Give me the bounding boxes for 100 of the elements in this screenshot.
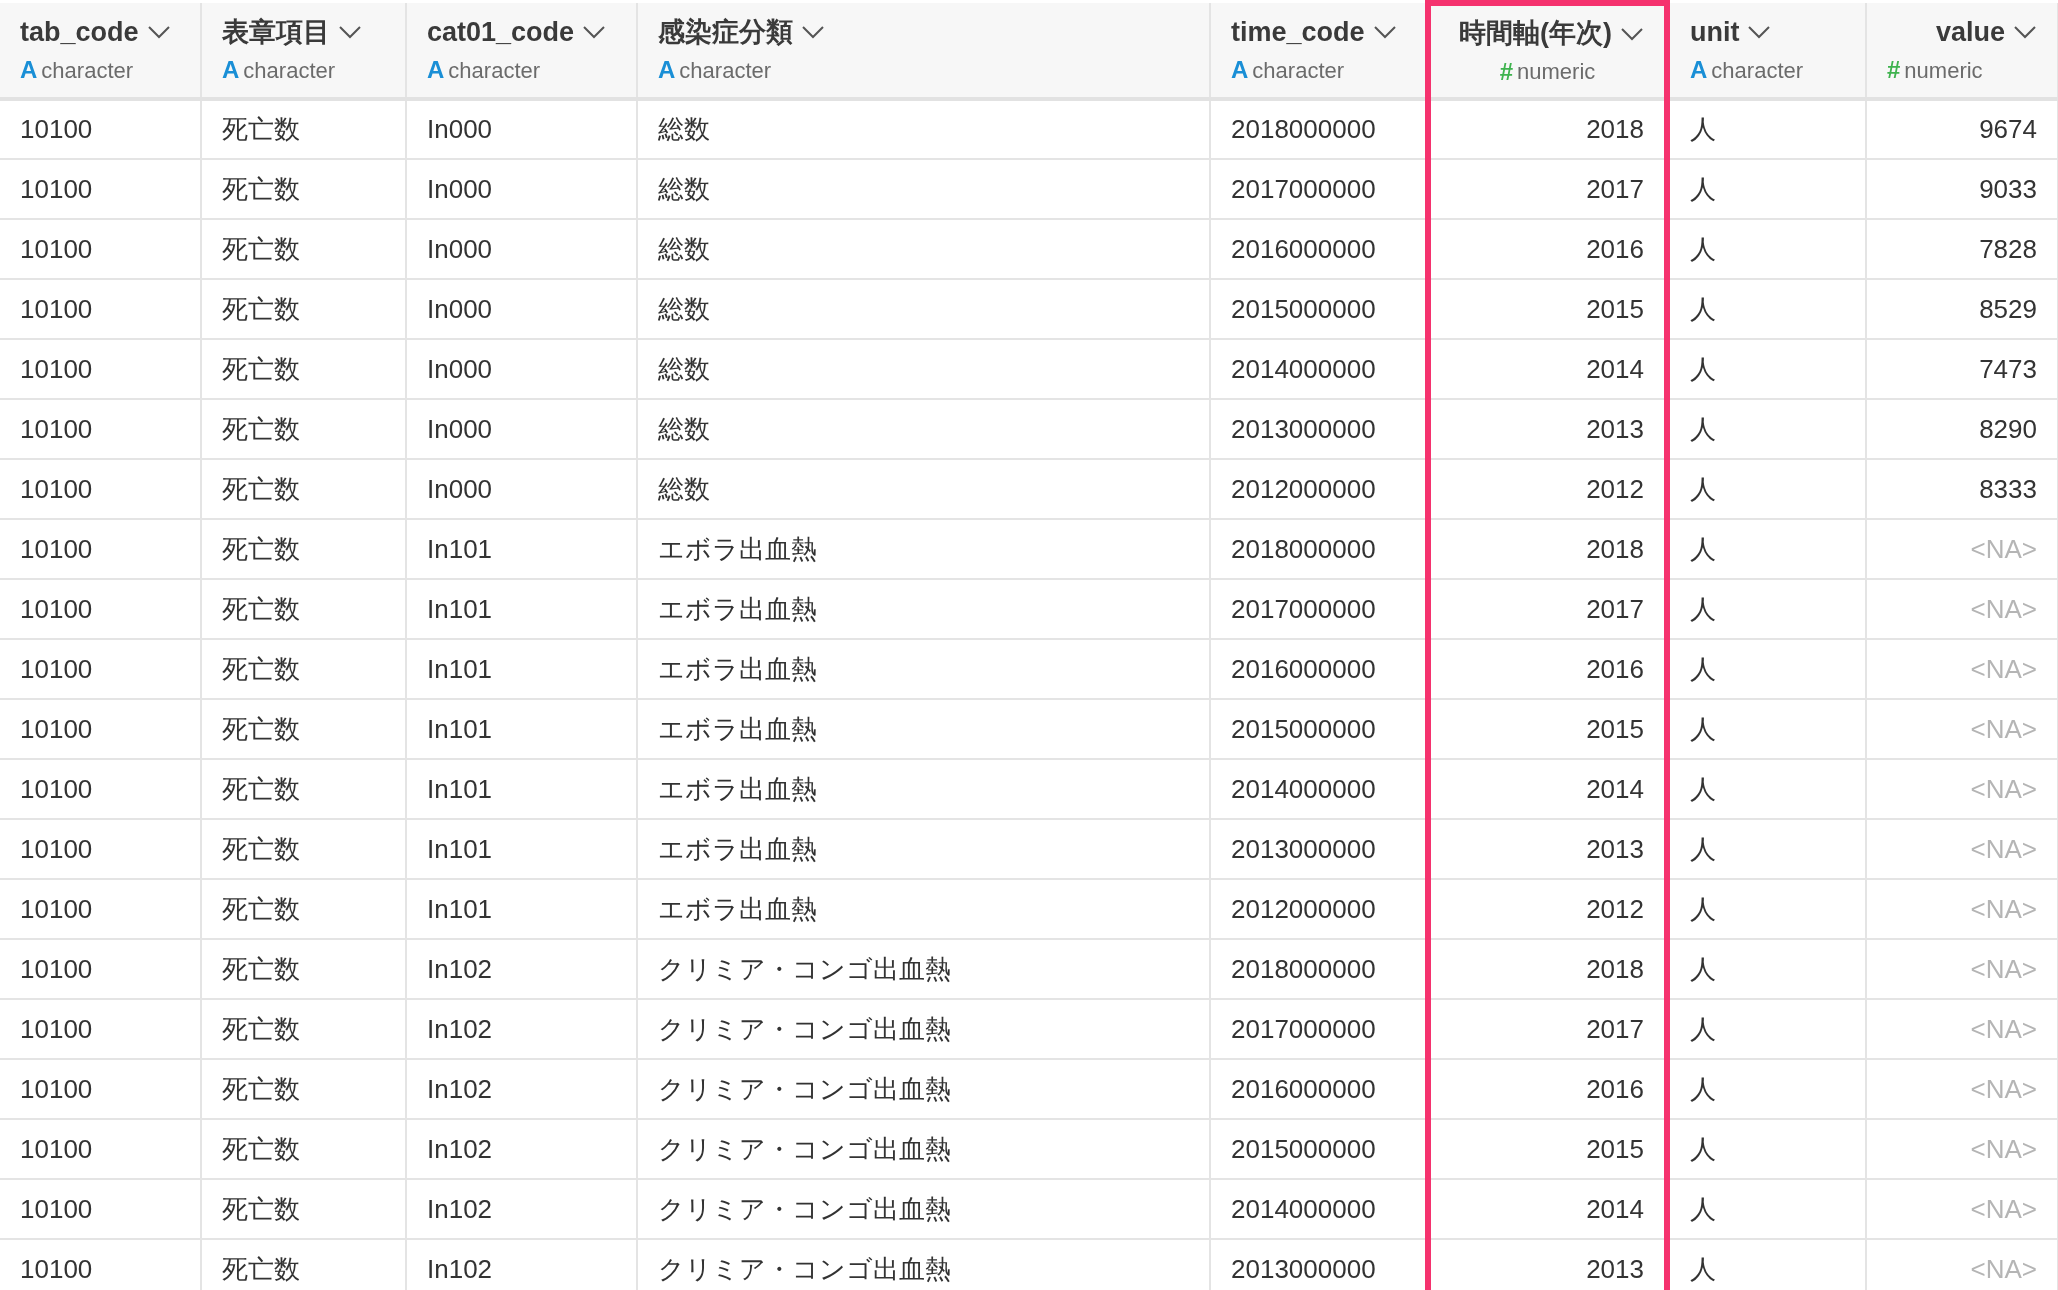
table-cell: 総数 <box>637 99 1210 159</box>
type-glyph: A <box>20 55 38 86</box>
table-cell: 総数 <box>637 219 1210 279</box>
type-glyph: A <box>658 55 676 86</box>
table-cell: 10100 <box>0 1059 201 1119</box>
type-glyph: # <box>1887 55 1901 86</box>
chevron-down-icon[interactable] <box>1747 25 1772 39</box>
table-cell: 人 <box>1667 999 1866 1059</box>
table-cell: 人 <box>1667 159 1866 219</box>
table-cell: <NA> <box>1866 519 2058 579</box>
type-glyph: A <box>427 55 445 86</box>
table-cell: 2012000000 <box>1210 459 1428 519</box>
table-cell: 8333 <box>1866 459 2058 519</box>
column-header[interactable]: time_code A character <box>1210 3 1428 99</box>
column-header[interactable]: cat01_code A character <box>406 3 637 99</box>
table-cell: 死亡数 <box>201 279 406 339</box>
table-cell: 死亡数 <box>201 1179 406 1239</box>
table-cell: 2017 <box>1428 579 1667 639</box>
table-cell: 10100 <box>0 219 201 279</box>
table-cell: 10100 <box>0 1179 201 1239</box>
table-cell: 死亡数 <box>201 459 406 519</box>
table-cell: 死亡数 <box>201 1239 406 1290</box>
table-cell: エボラ出血熱 <box>637 819 1210 879</box>
table-cell: 2015 <box>1428 1119 1667 1179</box>
table-cell: 総数 <box>637 339 1210 399</box>
table-cell: <NA> <box>1866 699 2058 759</box>
chevron-down-icon[interactable] <box>801 25 825 39</box>
table-cell: 死亡数 <box>201 699 406 759</box>
table-cell: <NA> <box>1866 879 2058 939</box>
table-cell: 10100 <box>0 999 201 1059</box>
table-cell: 2014 <box>1428 1179 1667 1239</box>
column-header[interactable]: unit A character <box>1667 3 1866 99</box>
table-cell: In102 <box>406 999 637 1059</box>
table-cell: 2017 <box>1428 999 1667 1059</box>
table-cell: In102 <box>406 1059 637 1119</box>
table-cell: <NA> <box>1866 759 2058 819</box>
chevron-down-icon[interactable] <box>1620 26 1644 41</box>
chevron-down-icon[interactable] <box>582 25 607 39</box>
table-cell: 死亡数 <box>201 879 406 939</box>
table-cell: 2012 <box>1428 879 1667 939</box>
column-name: 表章項目 <box>222 15 330 49</box>
column-header[interactable]: value # numeric <box>1866 3 2058 99</box>
table-cell: 総数 <box>637 399 1210 459</box>
table-cell: エボラ出血熱 <box>637 519 1210 579</box>
table-cell: 死亡数 <box>201 399 406 459</box>
column-header[interactable]: tab_code A character <box>0 3 201 99</box>
table-cell: In000 <box>406 339 637 399</box>
table-cell: 2015000000 <box>1210 699 1428 759</box>
table-cell: 2014 <box>1428 339 1667 399</box>
table-cell: 2015 <box>1428 279 1667 339</box>
table-cell: 2013000000 <box>1210 819 1428 879</box>
table-cell: クリミア・コンゴ出血熱 <box>637 1179 1210 1239</box>
table-cell: 人 <box>1667 1059 1866 1119</box>
table-cell: 死亡数 <box>201 759 406 819</box>
table-cell: 人 <box>1667 519 1866 579</box>
table-cell: 死亡数 <box>201 999 406 1059</box>
table-cell: 8529 <box>1866 279 2058 339</box>
table-cell: 2017000000 <box>1210 159 1428 219</box>
table-cell: In101 <box>406 639 637 699</box>
table-cell: 総数 <box>637 159 1210 219</box>
table-cell: 総数 <box>637 279 1210 339</box>
table-cell: In102 <box>406 939 637 999</box>
table-cell: 2017000000 <box>1210 579 1428 639</box>
table-cell: 2018000000 <box>1210 519 1428 579</box>
table-cell: 人 <box>1667 879 1866 939</box>
chevron-down-icon[interactable] <box>2013 25 2037 39</box>
table-cell: 8290 <box>1866 399 2058 459</box>
table-cell: 2016 <box>1428 1059 1667 1119</box>
table-cell: 10100 <box>0 159 201 219</box>
table-cell: In102 <box>406 1119 637 1179</box>
table-cell: 2015 <box>1428 699 1667 759</box>
chevron-down-icon[interactable] <box>146 25 171 39</box>
table-cell: 2015000000 <box>1210 1119 1428 1179</box>
table-cell: クリミア・コンゴ出血熱 <box>637 999 1210 1059</box>
type-glyph: A <box>1231 55 1249 86</box>
chevron-down-icon[interactable] <box>338 25 362 39</box>
table-cell: 10100 <box>0 879 201 939</box>
table-cell: In101 <box>406 879 637 939</box>
table-cell: 2014000000 <box>1210 1179 1428 1239</box>
table-cell: 10100 <box>0 399 201 459</box>
column-type: character <box>679 56 772 85</box>
table-cell: <NA> <box>1866 1119 2058 1179</box>
table-cell: 人 <box>1667 639 1866 699</box>
table-cell: 10100 <box>0 1119 201 1179</box>
table-cell: In102 <box>406 1239 637 1290</box>
table-cell: 2012 <box>1428 459 1667 519</box>
table-cell: 2013 <box>1428 1239 1667 1290</box>
table-cell: 人 <box>1667 219 1866 279</box>
table-cell: 2016 <box>1428 219 1667 279</box>
table-cell: <NA> <box>1866 819 2058 879</box>
column-header[interactable]: 時間軸(年次) # numeric <box>1428 3 1667 99</box>
table-cell: 10100 <box>0 939 201 999</box>
table-cell: 死亡数 <box>201 159 406 219</box>
table-cell: 10100 <box>0 459 201 519</box>
table-cell: 死亡数 <box>201 519 406 579</box>
column-header[interactable]: 感染症分類 A character <box>637 3 1210 99</box>
table-cell: 2018000000 <box>1210 99 1428 159</box>
chevron-down-icon[interactable] <box>1372 25 1397 39</box>
type-glyph: # <box>1499 56 1514 87</box>
column-header[interactable]: 表章項目 A character <box>201 3 406 99</box>
